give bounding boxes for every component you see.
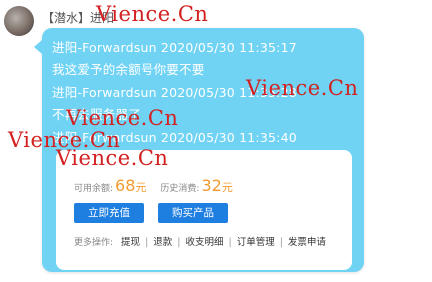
username: 【潜水】进阳 bbox=[42, 11, 115, 25]
avatar[interactable] bbox=[4, 6, 34, 36]
message-line: 我这爱予的余额号你要不要 bbox=[52, 62, 205, 77]
orders-link[interactable]: 订单管理 bbox=[237, 237, 275, 248]
account-card: 可用余额: 68元 历史消费: 32元 立即充值 购买产品 更多操作: 提现 | 退款 | 收支… bbox=[56, 150, 352, 270]
message-line: 进阳-Forwardsun 2020/05/30 11:35:17 bbox=[52, 40, 297, 55]
more-operations-label: 更多操作: bbox=[74, 238, 114, 248]
separator: | bbox=[279, 237, 283, 248]
available-balance-unit: 元 bbox=[135, 181, 147, 194]
available-balance-value: 68 bbox=[115, 176, 136, 195]
buy-product-button[interactable]: 购买产品 bbox=[158, 203, 228, 223]
separator: | bbox=[145, 237, 149, 248]
history-spend-unit: 元 bbox=[221, 181, 233, 194]
balance-row: 可用余额: 68元 历史消费: 32元 bbox=[74, 176, 233, 195]
available-balance-label: 可用余额: bbox=[74, 184, 114, 194]
separator: | bbox=[228, 237, 232, 248]
history-spend-value: 32 bbox=[201, 176, 222, 195]
more-operations: 更多操作: 提现 | 退款 | 收支明细 | 订单管理 | 发票申请 bbox=[74, 234, 326, 248]
invoice-link[interactable]: 发票申请 bbox=[288, 237, 326, 248]
refund-link[interactable]: 退款 bbox=[153, 237, 172, 248]
message-line: 进阳-Forwardsun 2020/05/30 11:35:40 bbox=[52, 130, 297, 145]
withdraw-link[interactable]: 提现 bbox=[121, 237, 140, 248]
transactions-link[interactable]: 收支明细 bbox=[185, 237, 223, 248]
message-line: 不再去服务器了 bbox=[52, 107, 141, 122]
history-spend-label: 历史消费: bbox=[160, 184, 200, 194]
separator: | bbox=[177, 237, 181, 248]
recharge-button[interactable]: 立即充值 bbox=[74, 203, 144, 223]
chat-screenshot: 【潜水】进阳 进阳-Forwardsun 2020/05/30 11:35:17… bbox=[0, 0, 432, 282]
message-line: 进阳-Forwardsun 2020/05/30 11:35:28 bbox=[52, 85, 297, 100]
